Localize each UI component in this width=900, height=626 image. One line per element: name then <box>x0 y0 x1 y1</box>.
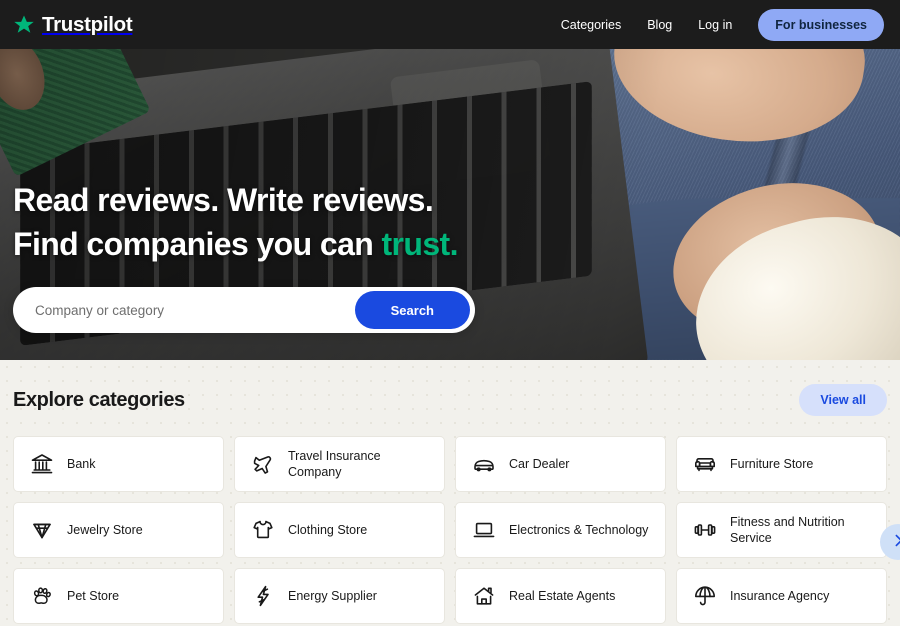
category-label: Electronics & Technology <box>509 523 649 537</box>
nav-link-categories[interactable]: Categories <box>561 18 621 32</box>
category-label: Clothing Store <box>288 523 368 537</box>
hero-heading-line-1: Read reviews. Write reviews. <box>13 181 434 218</box>
bank-icon <box>30 452 54 476</box>
hero-content: Read reviews. Write reviews. Find compan… <box>13 178 887 333</box>
search-input[interactable] <box>35 302 355 318</box>
hero-search-bar: Search <box>13 287 475 333</box>
diamond-icon <box>30 518 54 542</box>
laptop-icon <box>472 518 496 542</box>
brand-logo[interactable]: Trustpilot <box>13 12 133 37</box>
paw-icon <box>30 584 54 608</box>
airplane-icon <box>251 452 275 476</box>
house-icon <box>472 584 496 608</box>
category-label: Insurance Agency <box>730 589 830 603</box>
category-label: Bank <box>67 457 96 471</box>
category-card[interactable]: Real Estate Agents <box>455 568 666 624</box>
category-label: Furniture Store <box>730 457 814 471</box>
categories-header: Explore categories View all <box>13 384 887 416</box>
category-card[interactable]: Bank <box>13 436 224 492</box>
category-label: Real Estate Agents <box>509 589 616 603</box>
category-label: Pet Store <box>67 589 120 603</box>
star-icon <box>13 14 35 36</box>
view-all-button[interactable]: View all <box>799 384 887 416</box>
armchair-icon <box>693 452 717 476</box>
categories-title: Explore categories <box>13 388 185 411</box>
category-card[interactable]: Car Dealer <box>455 436 666 492</box>
hero-section: Read reviews. Write reviews. Find compan… <box>0 49 900 360</box>
category-card[interactable]: Energy Supplier <box>234 568 445 624</box>
hero-heading: Read reviews. Write reviews. Find compan… <box>13 178 887 266</box>
nav-link-blog[interactable]: Blog <box>647 18 672 32</box>
category-card[interactable]: Jewelry Store <box>13 502 224 558</box>
chevron-right-icon <box>890 532 900 552</box>
categories-grid: Bank Travel Insurance Company Car Dealer Fu… <box>13 436 887 624</box>
hero-heading-line-2-text: Find companies you can <box>13 225 382 262</box>
umbrella-icon <box>693 584 717 608</box>
category-card[interactable]: Travel Insurance Company <box>234 436 445 492</box>
main-nav: Categories Blog Log in For businesses <box>561 8 884 41</box>
car-icon <box>472 452 496 476</box>
category-card[interactable]: Clothing Store <box>234 502 445 558</box>
category-card[interactable]: Insurance Agency <box>676 568 887 624</box>
category-label: Car Dealer <box>509 457 570 471</box>
dumbbell-icon <box>693 518 717 542</box>
category-label: Energy Supplier <box>288 589 377 603</box>
site-header: Trustpilot Categories Blog Log in For bu… <box>0 0 900 49</box>
category-label: Jewelry Store <box>67 523 143 537</box>
category-card[interactable]: Fitness and Nutrition Service <box>676 502 887 558</box>
category-card[interactable]: Electronics & Technology <box>455 502 666 558</box>
category-card[interactable]: Pet Store <box>13 568 224 624</box>
category-label: Fitness and Nutrition Service <box>730 515 845 545</box>
hero-heading-accent: trust. <box>381 225 459 262</box>
for-businesses-button[interactable]: For businesses <box>758 8 884 41</box>
tshirt-icon <box>251 518 275 542</box>
brand-name: Trustpilot <box>42 12 133 36</box>
category-card[interactable]: Furniture Store <box>676 436 887 492</box>
search-button[interactable]: Search <box>354 291 470 329</box>
lightning-bolt-icon <box>251 584 275 608</box>
explore-categories-section: Explore categories View all Bank Travel I… <box>0 360 900 626</box>
hero-heading-line-2: Find companies you can trust. <box>13 225 459 262</box>
category-label: Travel Insurance Company <box>288 449 381 479</box>
nav-link-login[interactable]: Log in <box>698 18 732 32</box>
